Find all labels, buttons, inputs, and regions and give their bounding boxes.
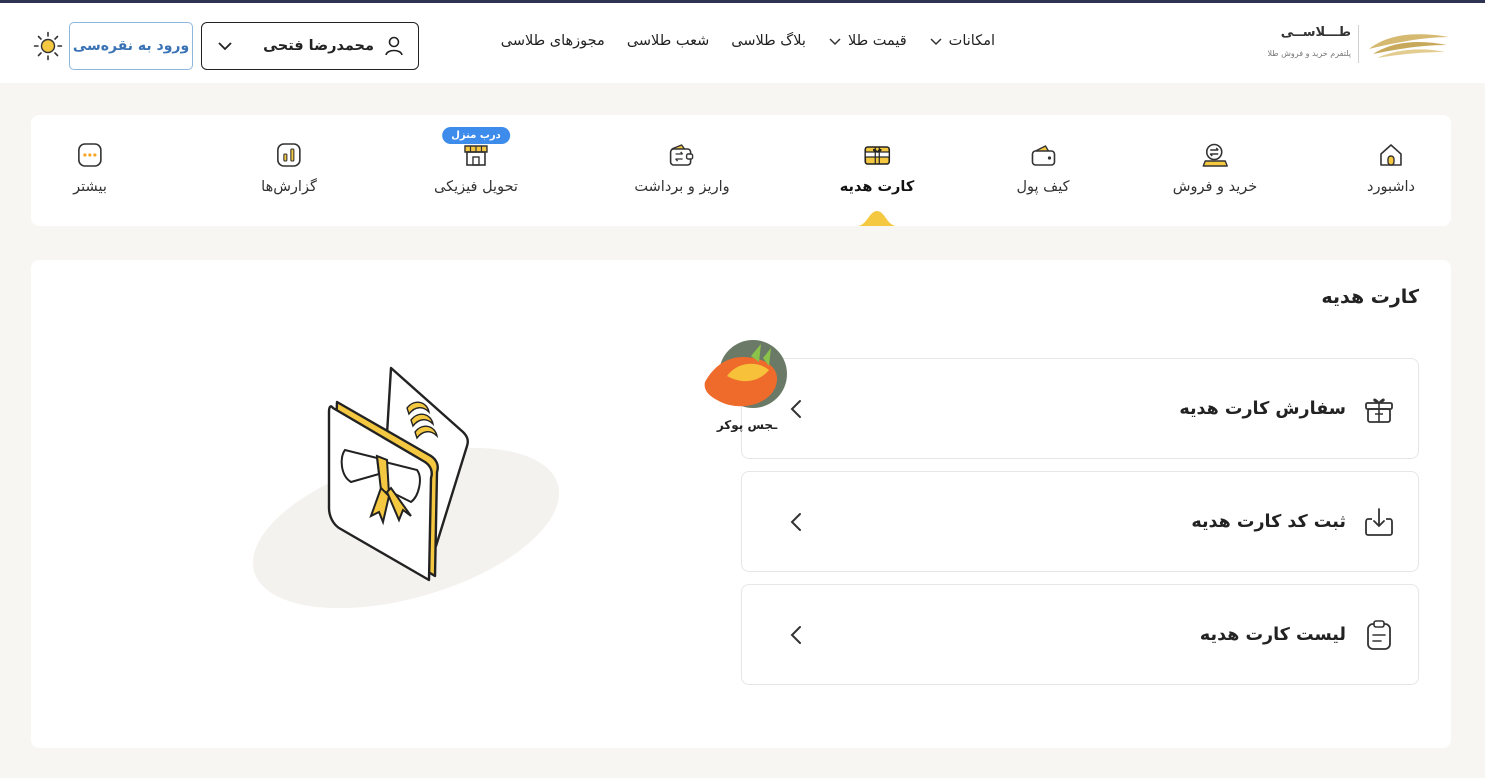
nav-label: مجوزهای طلاسی xyxy=(500,33,605,49)
tab-label: بیشتر xyxy=(73,179,107,195)
nav-branches[interactable]: شعب طلاسی xyxy=(627,33,709,49)
chevron-left-icon xyxy=(790,512,801,531)
gift-card-illustration xyxy=(252,366,560,609)
gift-card-icon xyxy=(864,146,890,165)
brand-tagline: پلتفرم خرید و فروش طلا xyxy=(1267,49,1351,58)
watermark-logo: ـجس پوکر xyxy=(697,340,797,436)
tab-label: کیف پول xyxy=(1016,179,1070,195)
tab-more[interactable]: بیشتر xyxy=(73,141,107,195)
nav-gold-price[interactable]: قیمت طلا xyxy=(828,33,907,49)
nav-label: امکانات xyxy=(948,33,995,49)
card-label: ثبت کد کارت هدیه xyxy=(1191,511,1346,532)
report-icon xyxy=(277,143,301,167)
chevron-left-icon xyxy=(790,625,801,644)
wallet-icon xyxy=(1031,145,1055,166)
main-tabs: داشبورد خرید و فروش کیف پول کارت هدیه وا… xyxy=(31,115,1451,226)
exchange-icon xyxy=(1202,143,1228,167)
logo-icon xyxy=(1369,34,1449,58)
download-icon xyxy=(1365,507,1393,536)
card-label: لیست کارت هدیه xyxy=(1199,624,1346,645)
card-label: سفارش کارت هدیه xyxy=(1179,398,1346,419)
brand-name: طـــلاســی xyxy=(1280,25,1351,40)
tab-label: خرید و فروش xyxy=(1172,179,1258,195)
tab-label: واریز و برداشت xyxy=(634,179,730,195)
home-delivery-badge: درب منزل xyxy=(442,127,510,144)
more-icon xyxy=(78,143,102,167)
silver-login-button[interactable]: ورود به نقره‌سی xyxy=(69,22,193,70)
chevron-down-icon xyxy=(218,42,232,51)
tab-buy-sell[interactable]: خرید و فروش xyxy=(1173,141,1257,195)
nav-label: شعب طلاسی xyxy=(626,33,710,49)
nav-label: بلاگ طلاسی xyxy=(731,33,806,49)
brand[interactable]: طـــلاســی پلتفرم خرید و فروش طلا xyxy=(1261,23,1451,67)
home-icon xyxy=(1380,144,1402,166)
order-gift-card-button[interactable]: سفارش کارت هدیه xyxy=(741,358,1419,459)
shop-icon xyxy=(464,145,488,166)
nav-label: قیمت طلا xyxy=(847,33,907,49)
page-title: کارت هدیه xyxy=(1321,286,1419,308)
tab-deposit-withdraw[interactable]: واریز و برداشت xyxy=(634,141,730,195)
user-icon xyxy=(385,36,403,56)
tab-wallet[interactable]: کیف پول xyxy=(1016,141,1070,195)
tab-label: تحویل فیزیکی xyxy=(434,179,518,195)
chevron-down-icon xyxy=(930,38,942,46)
tab-gift-card[interactable]: کارت هدیه xyxy=(839,141,915,195)
nav-features[interactable]: امکانات xyxy=(929,33,995,49)
gift-card-panel: کارت هدیه سفارش کارت هدیه ثبت کد کارت هد… xyxy=(31,260,1451,748)
user-name: محمدرضا فتحی xyxy=(263,38,374,54)
brand-separator xyxy=(1358,25,1359,63)
tab-label: گزارش‌ها xyxy=(261,179,317,195)
nav-licenses[interactable]: مجوزهای طلاسی xyxy=(501,33,605,49)
logo-icon xyxy=(704,340,787,408)
sun-icon[interactable] xyxy=(33,31,63,61)
tab-dashboard[interactable]: داشبورد xyxy=(1367,141,1415,195)
tab-label: داشبورد xyxy=(1367,179,1415,195)
gift-box-icon xyxy=(1365,398,1393,423)
tab-reports[interactable]: گزارش‌ها xyxy=(261,141,317,195)
user-menu-button[interactable]: محمدرضا فتحی xyxy=(201,22,419,70)
tab-physical-delivery[interactable]: درب منزل تحویل فیزیکی xyxy=(434,127,518,195)
watermark-text: ـجس پوکر xyxy=(716,418,778,432)
tab-label: کارت هدیه xyxy=(839,179,915,195)
nav-blog[interactable]: بلاگ طلاسی xyxy=(731,33,806,49)
clipboard-icon xyxy=(1367,619,1391,650)
active-tab-indicator xyxy=(857,211,897,226)
chevron-down-icon xyxy=(829,38,841,46)
top-header: طـــلاســی پلتفرم خرید و فروش طلا امکانا… xyxy=(0,3,1485,83)
register-gift-code-button[interactable]: ثبت کد کارت هدیه xyxy=(741,471,1419,572)
deposit-withdraw-icon xyxy=(670,144,694,166)
gift-card-list-button[interactable]: لیست کارت هدیه xyxy=(741,584,1419,685)
top-navigation: امکانات قیمت طلا بلاگ طلاسی شعب طلاسی مج… xyxy=(501,33,995,49)
